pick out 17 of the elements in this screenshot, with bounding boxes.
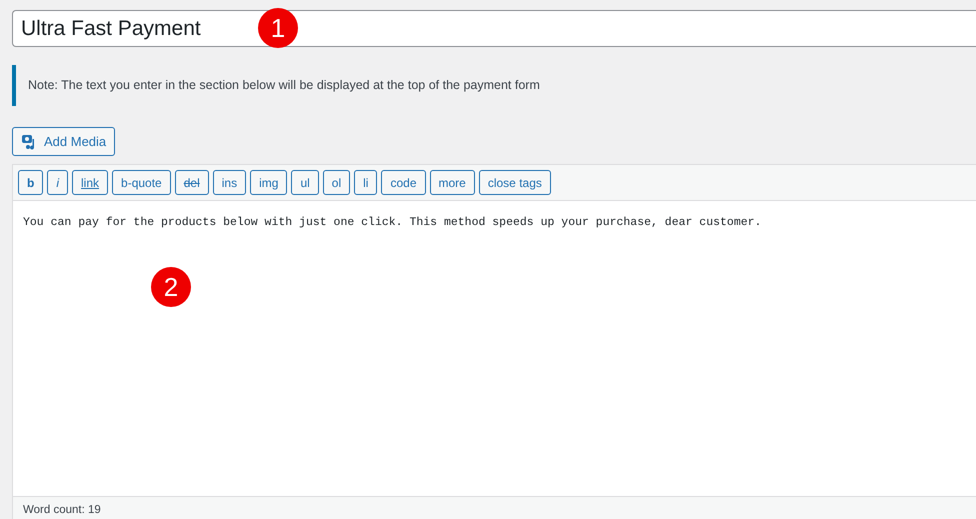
format-button[interactable]: img [250,170,288,195]
format-button[interactable]: b [18,170,44,195]
format-button[interactable]: del [174,170,209,195]
format-button[interactable]: code [381,170,426,195]
format-button[interactable]: ol [322,170,350,195]
format-button[interactable]: i [47,170,68,195]
format-button[interactable]: more [430,170,475,195]
format-button[interactable]: b-quote [112,170,171,195]
word-count: Word count: 19 [13,496,976,519]
format-button[interactable]: li [354,170,378,195]
format-button[interactable]: close tags [478,170,551,195]
format-button[interactable]: ul [291,170,319,195]
add-media-button[interactable]: Add Media [12,126,116,156]
note-text: Note: The text you enter in the section below will be displayed at the top of the payment form [12,65,976,106]
format-button[interactable]: link [72,170,108,195]
format-button[interactable]: ins [212,170,246,195]
editor-text[interactable]: You can pay for the products below with just one click. This method speeds up your purchase, dear customer. [23,216,762,229]
